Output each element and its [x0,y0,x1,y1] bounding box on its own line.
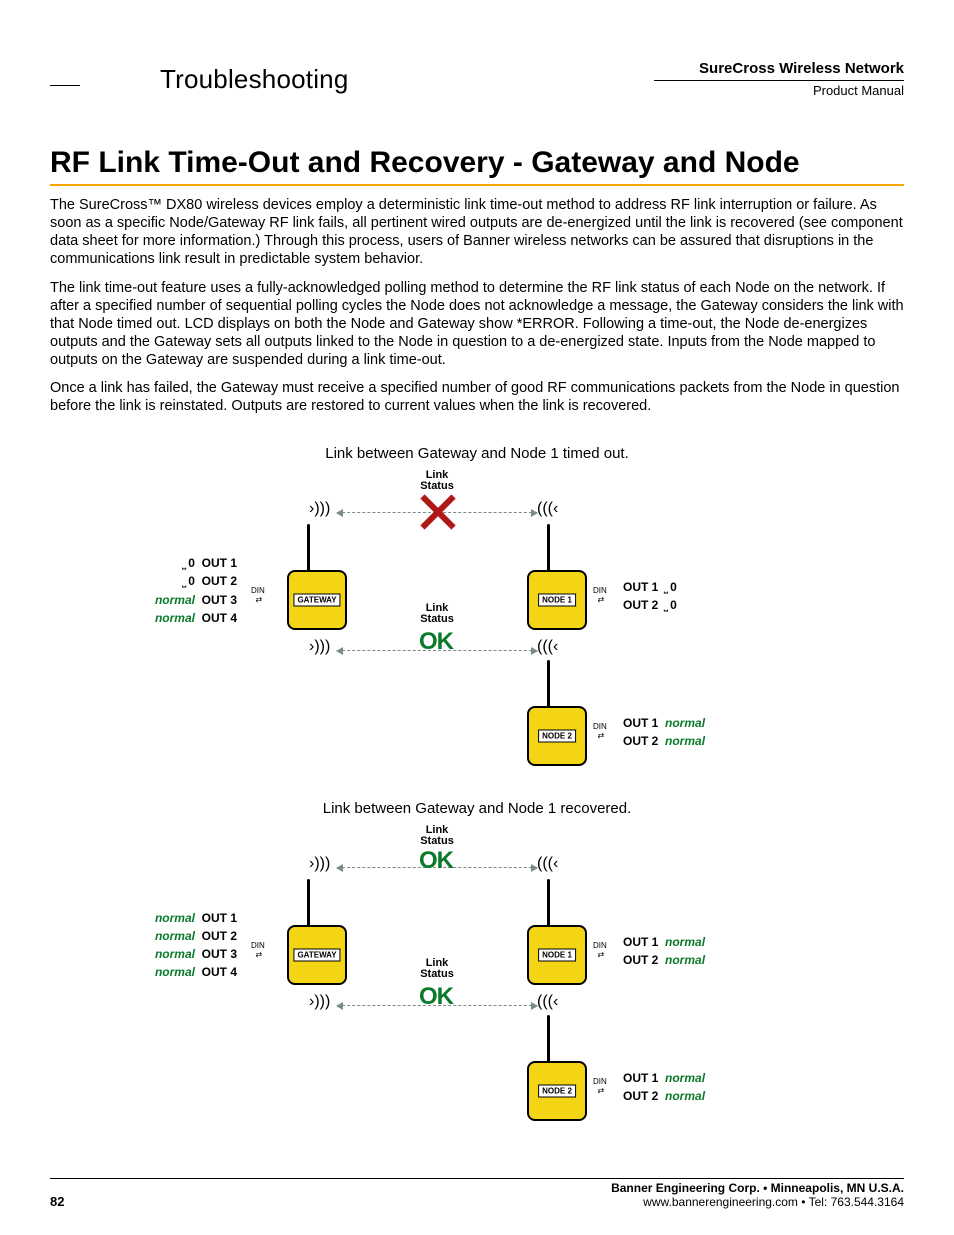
link-status-label-top: LinkStatus [407,470,467,492]
diagram2-caption: Link between Gateway and Node 1 recovere… [50,800,904,817]
header-dash [50,85,80,86]
node1-outputs: OUT 1 ⎵0 OUT 2 ⎵0 [623,578,677,614]
ok-label-bottom: OK [419,628,453,656]
page-title: RF Link Time-Out and Recovery - Gateway … [50,146,904,186]
node2-device2: NODE 2 [527,1061,587,1121]
node1-device2: NODE 1 [527,925,587,985]
signal-gw-bottom2: ›))) [309,993,330,1011]
signal-n1: (((‹ [537,500,558,518]
node2-label: NODE 2 [538,730,576,743]
gateway-device: GATEWAY [287,570,347,630]
din-gateway: DIN⇄ [251,586,265,604]
signal-gw-top2: ›))) [309,855,330,873]
x-icon [419,494,455,530]
page-footer: Banner Engineering Corp. • Minneapolis, … [50,1178,904,1209]
link-status-label-top2: LinkStatus [407,825,467,847]
header-subtitle: Product Manual [654,83,904,98]
paragraph-1: The SureCross™ DX80 wireless devices emp… [50,196,904,269]
section-title: Troubleshooting [160,64,654,95]
din-node2: DIN⇄ [593,722,607,740]
ok-label-top2: OK [419,847,453,875]
din-node2b: DIN⇄ [593,1077,607,1095]
node2-outputs: OUT 1 normal OUT 2 normal [623,714,705,750]
link-status-label-bottom: LinkStatus [407,603,467,625]
din-node1b: DIN⇄ [593,941,607,959]
gateway-label2: GATEWAY [293,949,340,962]
gateway-device2: GATEWAY [287,925,347,985]
signal-n1b: (((‹ [537,855,558,873]
page-header: Troubleshooting SureCross Wireless Netwo… [50,60,904,98]
signal-n2: (((‹ [537,638,558,656]
node2-label2: NODE 2 [538,1085,576,1098]
node1-device: NODE 1 [527,570,587,630]
signal-gw-bottom: ›))) [309,638,330,656]
diagram-recovered: LinkStatus OK ›))) (((‹ LinkStatus OK ›)… [197,825,757,1125]
paragraph-3: Once a link has failed, the Gateway must… [50,379,904,415]
gateway-outputs2: normal OUT 1 normal OUT 2 normal OUT 3 n… [155,909,237,981]
node1-label2: NODE 1 [538,949,576,962]
link-status-label-bottom2: LinkStatus [407,958,467,980]
node1-outputs2: OUT 1 normal OUT 2 normal [623,933,705,969]
din-node1: DIN⇄ [593,586,607,604]
ok-label-bottom2: OK [419,983,453,1011]
signal-gw-top: ›))) [309,500,330,518]
node2-outputs2: OUT 1 normal OUT 2 normal [623,1069,705,1105]
diagram-timed-out: LinkStatus ›))) (((‹ LinkStatus OK ›))) … [197,470,757,770]
node1-label: NODE 1 [538,594,576,607]
footer-contact: www.bannerengineering.com • Tel: 763.544… [50,1195,904,1209]
node2-device: NODE 2 [527,706,587,766]
din-gateway2: DIN⇄ [251,941,265,959]
network-name: SureCross Wireless Network [699,60,904,77]
header-right-block: SureCross Wireless Network Product Manua… [654,60,904,98]
signal-n2b: (((‹ [537,993,558,1011]
gateway-label: GATEWAY [293,594,340,607]
gateway-outputs: ⎵0 OUT 1 ⎵0 OUT 2 normal OUT 3 normal OU… [155,554,237,626]
footer-company: Banner Engineering Corp. • Minneapolis, … [611,1181,904,1195]
diagram1-caption: Link between Gateway and Node 1 timed ou… [50,445,904,462]
paragraph-2: The link time-out feature uses a fully-a… [50,279,904,370]
